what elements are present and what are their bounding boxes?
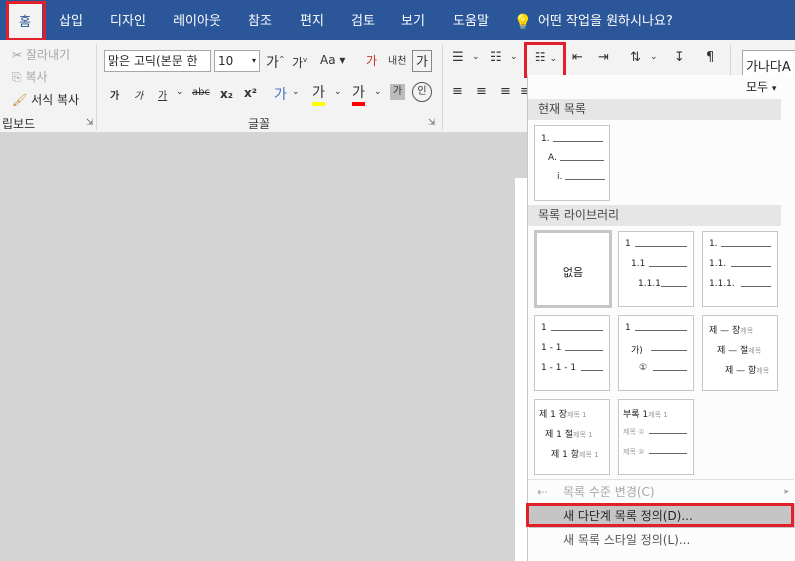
tell-me-box[interactable]: 어떤 작업을 원하시나요? [538, 0, 688, 40]
ribbon-tab-bar: 홈 삽입 디자인 레이아웃 참조 편지 검토 보기 도움말 💡 어떤 작업을 원… [0, 0, 795, 40]
list-style-chapter-dash[interactable]: 제 — 장제목 제 — 절제목 제 — 항제목 [702, 315, 778, 391]
filter-dropdown[interactable]: 모두 ▾ [746, 78, 776, 95]
character-shading-button[interactable]: 가 [390, 84, 405, 100]
define-list-style-item[interactable]: 새 목록 스타일 정의(L)... [529, 528, 795, 552]
tab-layout[interactable]: 레이아웃 [164, 0, 230, 40]
grow-font-button[interactable]: 가^ [266, 52, 285, 72]
sort-icon[interactable]: ↧ [674, 50, 685, 65]
chevron-down-icon[interactable]: ⌄ [334, 87, 342, 97]
chevron-down-icon[interactable]: ⌄ [510, 52, 518, 62]
clear-format-button[interactable]: 가 [366, 52, 377, 69]
list-style-appendix[interactable]: 부록 1제목 1 제목 ① 제목 ② [618, 399, 694, 475]
multilevel-list-button[interactable]: ☷ ⌄ [530, 50, 562, 64]
define-multilevel-list-item[interactable]: 새 다단계 목록 정의(D)... [529, 504, 795, 528]
shrink-font-button[interactable]: 가v [292, 54, 307, 71]
list-level-icon: ⇠ [537, 485, 548, 499]
subscript-button[interactable]: x₂ [220, 87, 233, 101]
text-effects-button[interactable]: 가 [274, 84, 287, 104]
strikethrough-button[interactable]: abc [192, 87, 210, 98]
scissors-icon: ✂ [12, 48, 23, 62]
font-group-label: 글꼴 [248, 117, 271, 131]
tab-insert[interactable]: 삽입 [50, 0, 92, 40]
bold-button[interactable]: 가 [110, 87, 119, 102]
change-case-button[interactable]: Aa ▾ [320, 53, 345, 67]
list-style-1-1-1[interactable]: 1 1.1 1.1.1 [618, 231, 694, 307]
highlight-color-button[interactable]: 가 [312, 82, 325, 106]
paintbrush-icon: 🖌 [12, 93, 28, 107]
list-style-1-1-dot[interactable]: 1. 1.1. 1.1.1. [702, 231, 778, 307]
asian-layout-icon[interactable]: ⇅ [630, 50, 641, 65]
font-name-field[interactable]: 맑은 고딕(본문 한 [104, 50, 211, 72]
show-marks-icon[interactable]: ¶ [706, 50, 714, 65]
font-launcher-icon[interactable]: ⇲ [428, 118, 436, 128]
chevron-down-icon[interactable]: ⌄ [650, 52, 658, 62]
list-style-dash[interactable]: 1 1 - 1 1 - 1 - 1 [534, 315, 610, 391]
group-divider [96, 44, 97, 130]
italic-button[interactable]: 가 [134, 87, 143, 102]
clipboard-group-label: 립보드 [2, 117, 36, 131]
list-none-thumb[interactable]: 없음 [534, 230, 612, 308]
chevron-down-icon: ▾ [251, 56, 256, 65]
font-size-field[interactable]: 10 ▾ [214, 50, 260, 72]
clipboard-launcher-icon[interactable]: ⇲ [86, 118, 94, 128]
tab-mailings[interactable]: 편지 [290, 0, 334, 40]
multilevel-list-icon: ☷ [534, 50, 546, 64]
align-left-icon[interactable]: ≡ [452, 84, 463, 99]
lightbulb-icon: 💡 [513, 13, 533, 31]
bullets-icon[interactable]: ☰ [452, 50, 464, 65]
phonetic-guide-button[interactable]: 내천 [388, 52, 406, 67]
chevron-right-icon: ▸ [784, 487, 789, 497]
numbering-icon[interactable]: ☷ [490, 50, 502, 65]
tab-home[interactable]: 홈 [8, 4, 42, 40]
chevron-down-icon[interactable]: ⌄ [472, 52, 480, 62]
chevron-down-icon[interactable]: ⌄ [176, 87, 184, 97]
chevron-down-icon: ▾ [771, 84, 777, 94]
chevron-down-icon[interactable]: ⌄ [374, 87, 382, 97]
font-color-button[interactable]: 가 [352, 82, 365, 106]
character-border-button[interactable]: 가 [412, 50, 432, 72]
multilevel-list-dropdown: 모두 ▾ 현재 목록 1. A. i. 목록 라이브러리 없음 1 1.1 1.… [527, 75, 795, 561]
current-list-thumb[interactable]: 1. A. i. [534, 125, 610, 201]
tab-review[interactable]: 검토 [342, 0, 384, 40]
cut-button[interactable]: ✂ 잘라내기 [12, 46, 70, 63]
tab-view[interactable]: 보기 [392, 0, 434, 40]
tab-design[interactable]: 디자인 [100, 0, 156, 40]
copy-icon: ⎘ [12, 70, 22, 84]
group-divider [442, 44, 443, 130]
list-style-korean[interactable]: 1 가) ① [618, 315, 694, 391]
current-list-header: 현재 목록 [528, 99, 781, 120]
list-library-header: 목록 라이브러리 [528, 205, 781, 226]
list-style-chapter-number[interactable]: 제 1 장제목 1 제 1 절제목 1 제 1 항제목 1 [534, 399, 610, 475]
format-painter-button[interactable]: 🖌 서식 복사 [12, 91, 79, 108]
copy-button[interactable]: ⎘ 복사 [12, 68, 48, 85]
superscript-button[interactable]: x² [244, 86, 257, 100]
align-center-icon[interactable]: ≡ [476, 84, 487, 99]
chevron-down-icon[interactable]: ⌄ [292, 87, 300, 97]
tab-help[interactable]: 도움말 [442, 0, 500, 40]
decrease-indent-icon[interactable]: ⇤ [572, 50, 583, 65]
enclose-characters-button[interactable]: 인 [412, 82, 432, 102]
tab-references[interactable]: 참조 [238, 0, 282, 40]
increase-indent-icon[interactable]: ⇥ [598, 50, 609, 65]
underline-button[interactable]: 가 [158, 87, 167, 102]
align-right-icon[interactable]: ≡ [500, 84, 511, 99]
change-list-level-item[interactable]: ⇠ 목록 수준 변경(C) ▸ [529, 480, 795, 504]
